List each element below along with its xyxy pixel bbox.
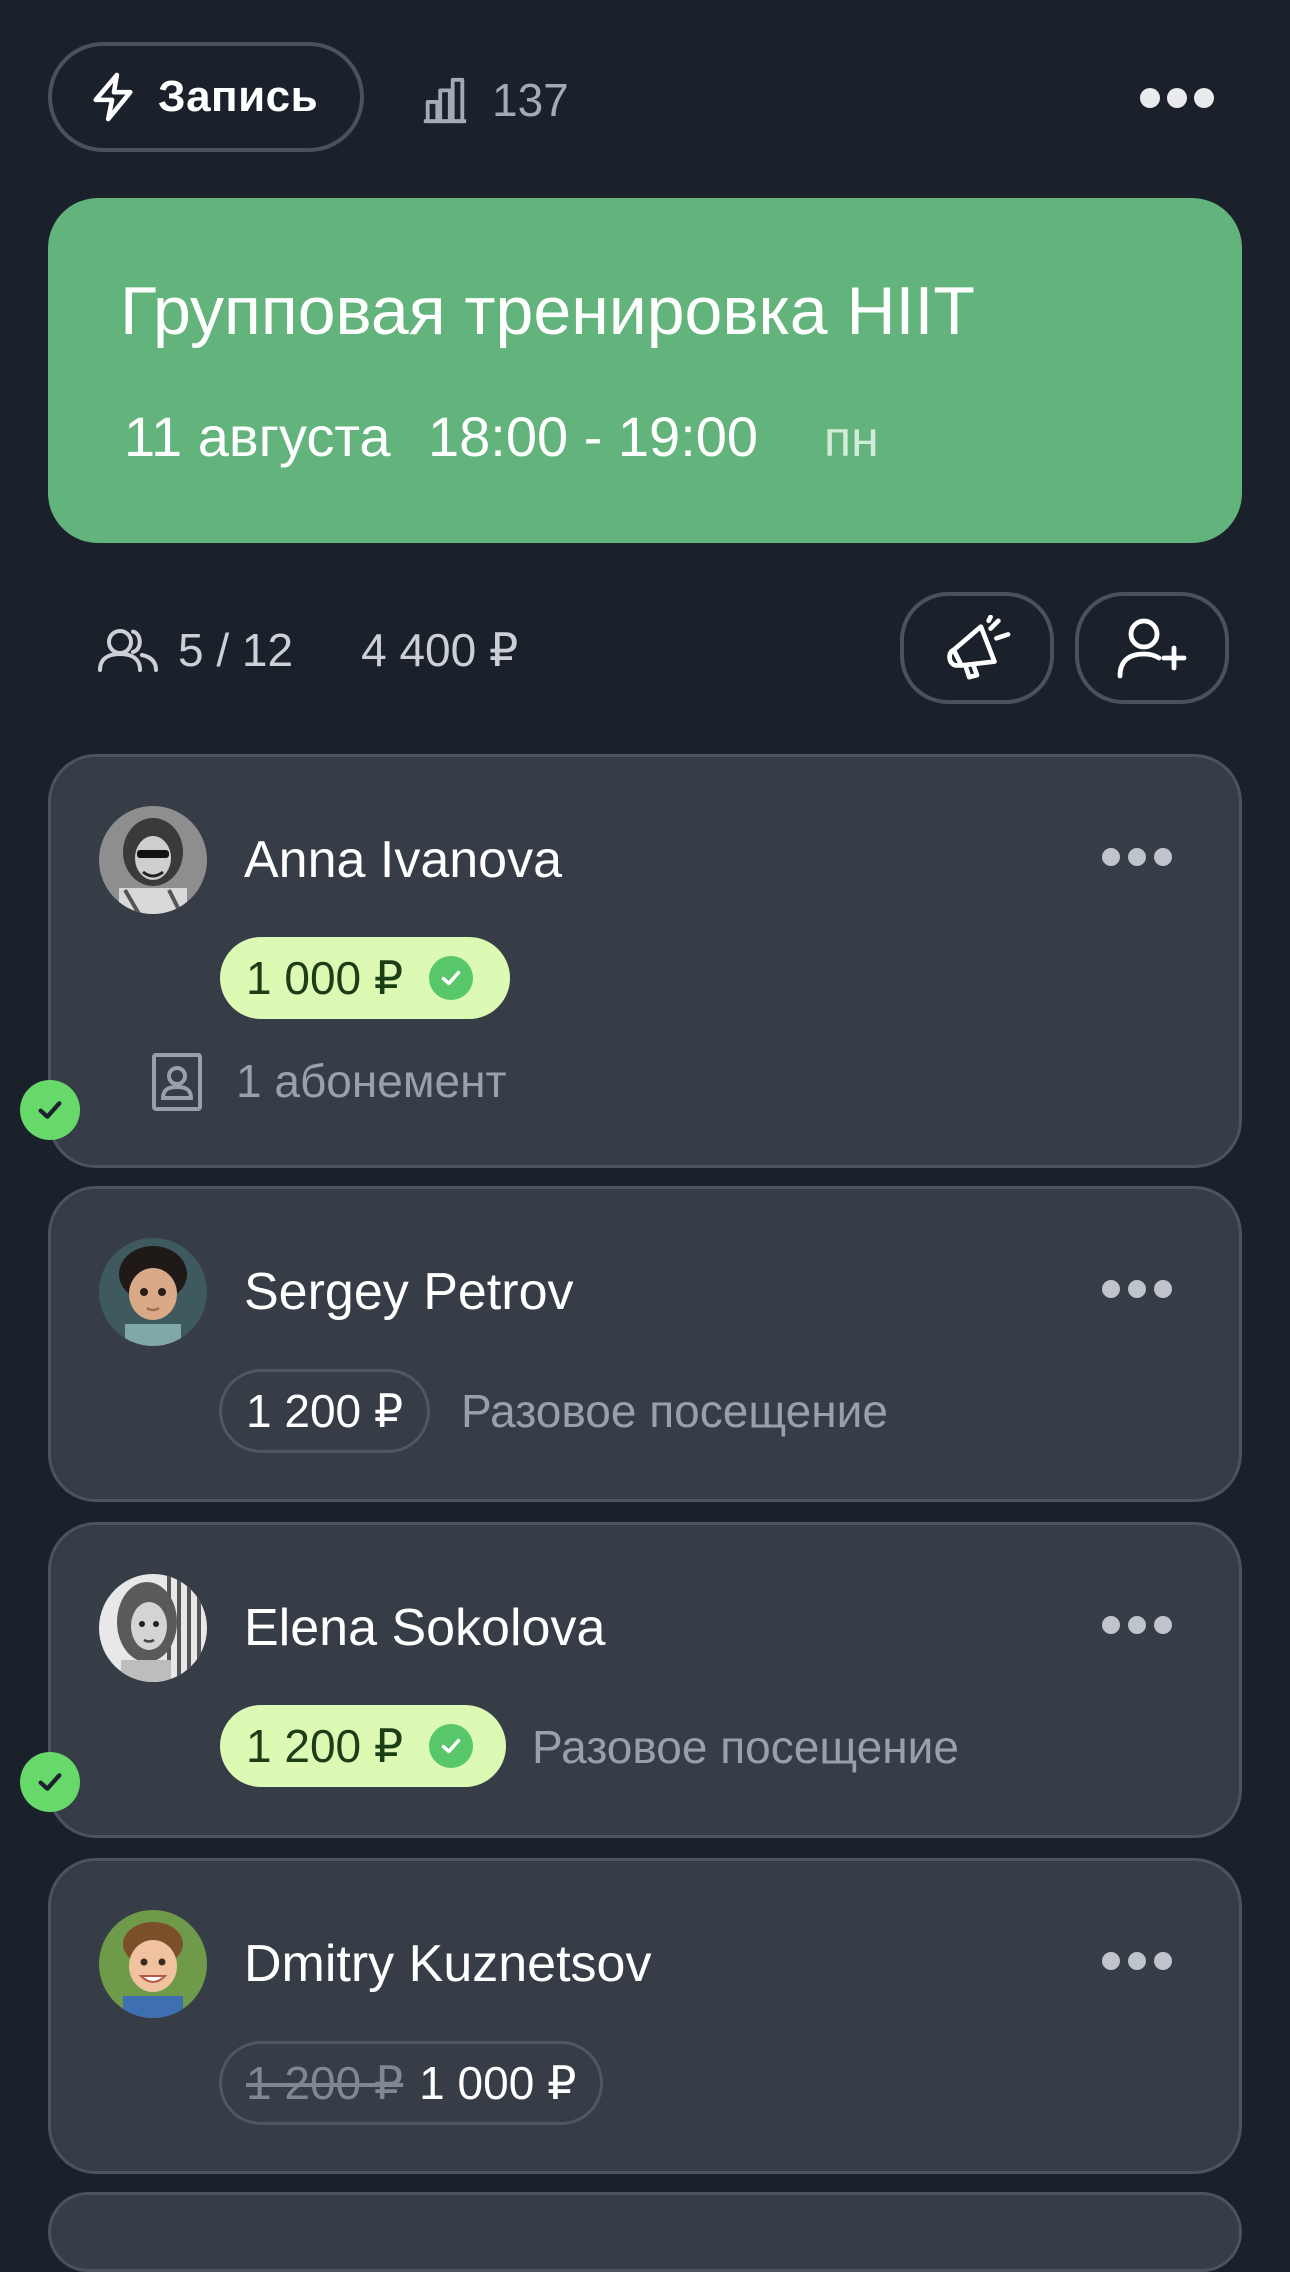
client-price: 1 200 ₽	[246, 1720, 404, 1772]
client-name: Anna Ivanova	[244, 831, 563, 889]
visit-type-label: Разовое посещение	[461, 1385, 888, 1437]
client-card[interactable]	[48, 1186, 1242, 1502]
announce-button[interactable]	[900, 592, 1054, 704]
bar-chart-icon	[423, 77, 467, 124]
subscription-label: 1 абонемент	[236, 1055, 507, 1107]
avatar	[99, 1574, 207, 1682]
avatar	[99, 1238, 207, 1346]
megaphone-icon	[947, 615, 1011, 680]
users-icon	[98, 629, 158, 672]
total-amount: 4 400 ₽	[361, 624, 519, 676]
record-button-label: Запись	[158, 72, 319, 121]
stats-counter[interactable]: 137	[420, 70, 569, 130]
client-price: 1 000 ₽	[246, 952, 404, 1004]
add-user-icon	[1117, 618, 1187, 679]
avatar	[99, 806, 207, 914]
client-card[interactable]	[48, 2192, 1242, 2272]
attended-check-icon[interactable]	[20, 1752, 80, 1812]
visit-type-label: Разовое посещение	[532, 1721, 959, 1773]
more-dots-icon[interactable]	[1102, 1274, 1172, 1304]
event-card	[48, 198, 1242, 543]
event-weekday: пн	[824, 411, 879, 467]
price-paid-pill[interactable]: 1 200 ₽	[220, 1705, 506, 1787]
event-summary: 5 / 12 4 400 ₽	[96, 620, 518, 680]
stats-count: 137	[492, 74, 569, 126]
event-time: 18:00 - 19:00	[428, 405, 759, 468]
event-title: Групповая тренировка HIIT	[120, 273, 975, 349]
avatar	[99, 1910, 207, 2018]
more-dots-icon[interactable]	[1102, 842, 1172, 872]
old-price: 1 200 ₽	[246, 2057, 404, 2109]
event-date: 11 августа	[124, 405, 391, 468]
price-paid-pill[interactable]: 1 000 ₽	[220, 937, 510, 1019]
check-circle-icon	[429, 956, 474, 1000]
client-name: Elena Sokolova	[244, 1599, 606, 1657]
client-card[interactable]	[48, 1522, 1242, 1838]
client-card[interactable]	[48, 1858, 1242, 2174]
lightning-icon	[93, 72, 133, 122]
client-price: 1 200 ₽	[246, 1385, 404, 1437]
price-discount-pill[interactable]: 1 200 ₽ 1 000 ₽	[219, 2041, 604, 2125]
client-name: Sergey Petrov	[244, 1263, 574, 1321]
client-price: 1 000 ₽	[419, 2057, 577, 2109]
attended-check-icon[interactable]	[20, 1080, 80, 1140]
add-client-button[interactable]	[1075, 592, 1229, 704]
client-name: Dmitry Kuznetsov	[244, 1935, 652, 1993]
check-circle-icon	[429, 1724, 474, 1768]
more-dots-icon[interactable]	[1102, 1946, 1172, 1976]
more-dots-icon[interactable]	[1140, 80, 1214, 116]
id-card-icon	[152, 1053, 202, 1111]
price-unpaid-pill[interactable]: 1 200 ₽	[219, 1369, 431, 1453]
participants-count: 5 / 12	[178, 624, 294, 676]
record-button[interactable]: Запись	[48, 42, 364, 152]
more-dots-icon[interactable]	[1102, 1610, 1172, 1640]
